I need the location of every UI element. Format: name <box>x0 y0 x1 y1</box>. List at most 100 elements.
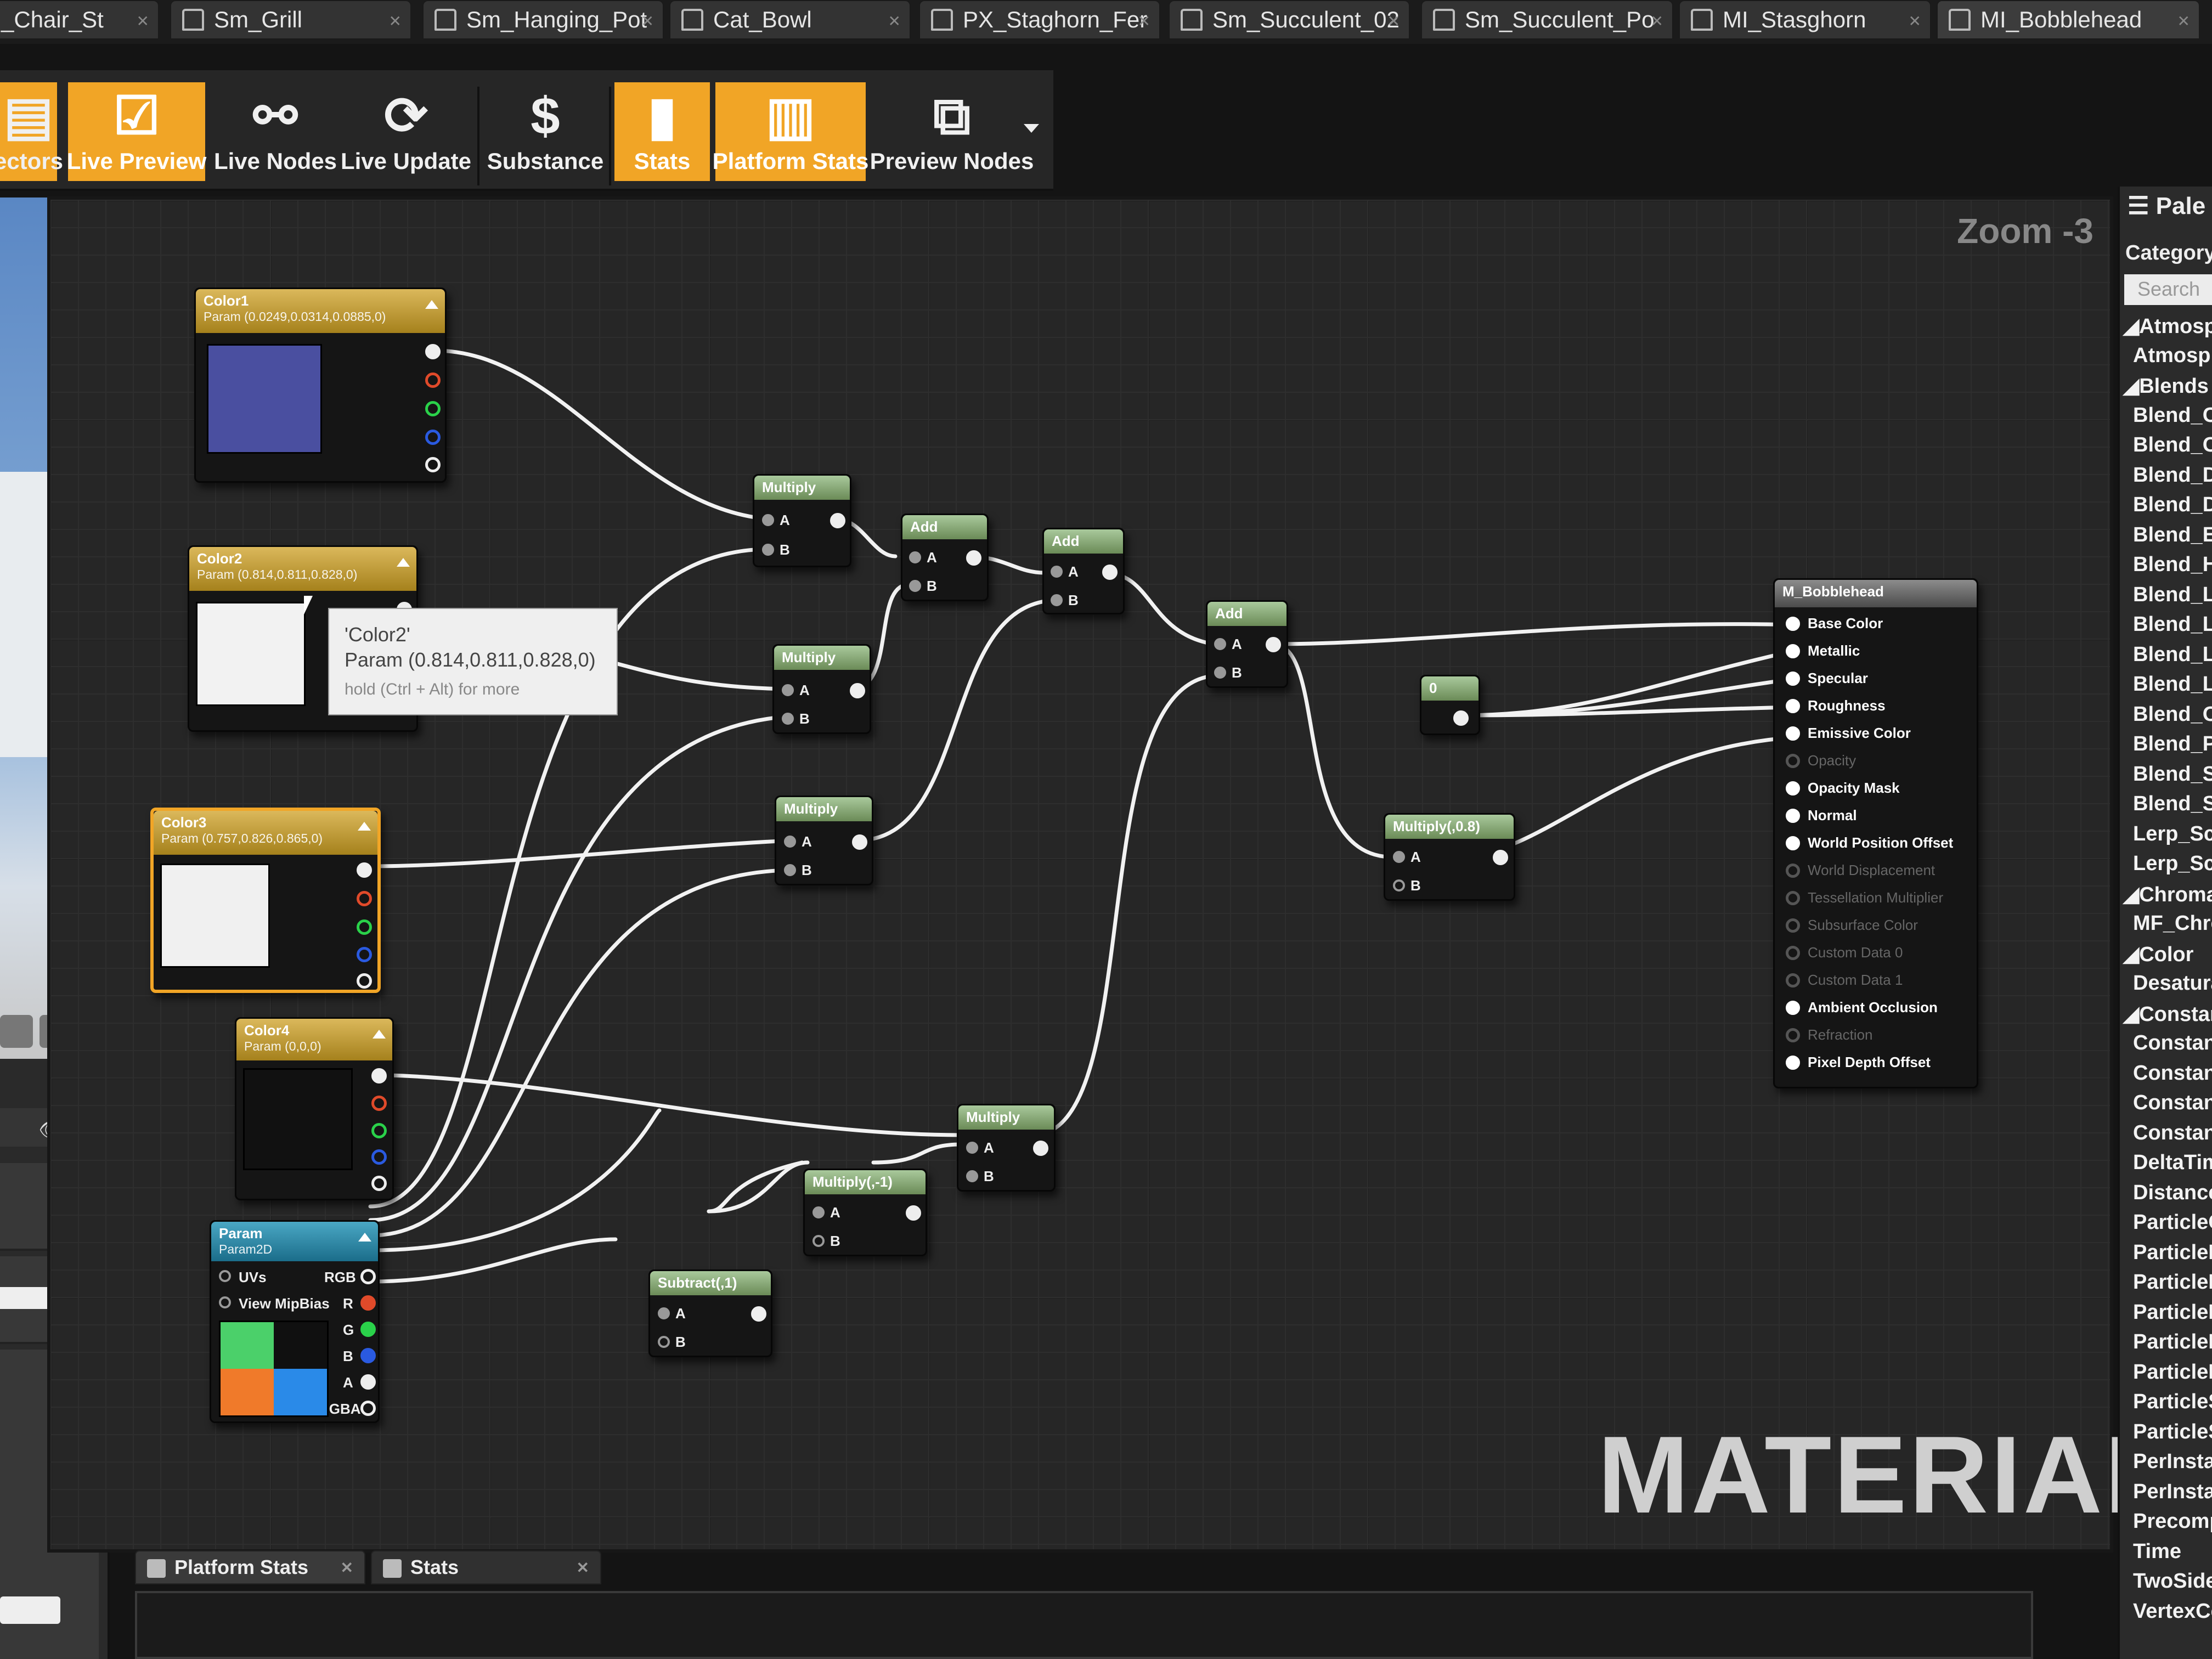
param2d-texture-node[interactable]: Param Param2D UVs View MipBias RGB R G B … <box>210 1220 380 1423</box>
output-pin[interactable] <box>906 1205 921 1221</box>
output-pin-g[interactable] <box>371 1123 387 1138</box>
palette-item[interactable]: MF_Chroma <box>2133 912 2212 935</box>
live-update-button[interactable]: ⟳ Live Update <box>341 82 471 181</box>
output-pin[interactable] <box>1453 710 1469 726</box>
palette-item[interactable]: ◢Blends <box>2123 374 2209 398</box>
details-input[interactable] <box>0 1596 60 1624</box>
palette-item[interactable]: ParticleRando <box>2133 1330 2212 1354</box>
constant-node[interactable]: 0 <box>1420 675 1480 735</box>
palette-item[interactable]: Lerp_Scra <box>2133 822 2212 846</box>
output-pin-b[interactable] <box>360 1348 376 1363</box>
result-input-pin[interactable]: Opacity <box>1786 752 1856 769</box>
details-input[interactable] <box>0 1287 49 1309</box>
palette-item[interactable]: Blend_Lin <box>2133 673 2212 696</box>
substance-button[interactable]: $ Substance <box>485 82 606 181</box>
palette-item[interactable]: Blend_Lin <box>2133 643 2212 667</box>
input-pin-b[interactable] <box>812 1235 825 1247</box>
palette-item[interactable]: Blend_C <box>2133 433 2212 457</box>
palette-item[interactable]: PerInstanceRa <box>2133 1480 2212 1504</box>
result-input-pin[interactable]: Custom Data 1 <box>1786 972 1903 989</box>
palette-item[interactable]: Desaturatio <box>2133 972 2212 995</box>
material-graph-canvas[interactable]: Zoom -3 MATERIAL Color1 Param (0.0249,0.0… <box>47 196 2171 1553</box>
result-input-pin[interactable]: Pixel Depth Offset <box>1786 1054 1931 1071</box>
input-pin-a[interactable] <box>762 514 774 526</box>
input-pin-uvs[interactable] <box>219 1270 231 1282</box>
input-pin-b[interactable] <box>966 1170 978 1182</box>
palette-item[interactable]: Lerp_Scra <box>2133 852 2212 876</box>
live-nodes-button[interactable]: ⚯ Live Nodes <box>214 82 337 181</box>
collapse-arrow-icon[interactable] <box>358 822 371 831</box>
palette-item[interactable]: ParticleSize <box>2133 1390 2212 1414</box>
result-input-pin[interactable]: Metallic <box>1786 642 1860 659</box>
output-pin-rgba[interactable] <box>360 1401 376 1416</box>
close-icon[interactable]: ✕ <box>1138 12 1150 30</box>
subtract-1-node[interactable]: Subtract(,1) A B <box>648 1269 772 1357</box>
output-pin[interactable] <box>751 1306 766 1322</box>
tab-sm-grill[interactable]: Sm_Grill ✕ <box>170 0 411 40</box>
output-pin-b[interactable] <box>371 1149 387 1165</box>
close-icon[interactable]: ✕ <box>1651 12 1663 30</box>
collapse-arrow-icon[interactable] <box>373 1030 386 1039</box>
collapse-arrow-icon[interactable] <box>358 1233 371 1242</box>
input-pin-a[interactable] <box>784 836 796 848</box>
input-pin-a[interactable] <box>1214 638 1226 650</box>
tab-px-staghorn[interactable]: PX_Staghorn_Fer ✕ <box>919 0 1160 40</box>
result-input-pin[interactable]: Emissive Color <box>1786 725 1911 742</box>
collapse-arrow-icon[interactable] <box>397 558 410 567</box>
palette-item[interactable]: Blend_D <box>2133 464 2212 487</box>
palette-item[interactable]: Blend_Sof <box>2133 792 2212 816</box>
palette-item[interactable]: Constant <box>2133 1031 2212 1055</box>
input-pin-b[interactable] <box>1214 667 1226 679</box>
input-pin-a[interactable] <box>966 1142 978 1154</box>
output-pin[interactable] <box>1102 565 1118 580</box>
palette-item[interactable]: ParticleSpeed <box>2133 1420 2212 1444</box>
close-icon[interactable]: ✕ <box>577 1559 589 1577</box>
color4-node[interactable]: Color4 Param (0,0,0) <box>235 1017 394 1200</box>
close-icon[interactable]: ✕ <box>137 12 149 30</box>
palette-item[interactable]: Constant2Ve <box>2133 1062 2212 1085</box>
tab-sm-succulent-po[interactable]: Sm_Succulent_Po ✕ <box>1421 0 1673 40</box>
tab-stats[interactable]: Stats ✕ <box>371 1550 601 1584</box>
output-pin-r[interactable] <box>360 1295 376 1311</box>
result-input-pin[interactable]: Custom Data 0 <box>1786 944 1903 961</box>
output-pin-b[interactable] <box>357 947 372 962</box>
palette-item[interactable]: VertexColor <box>2133 1600 2212 1623</box>
output-pin-a[interactable] <box>357 973 372 989</box>
live-preview-button[interactable]: ☑ Live Preview <box>67 82 206 181</box>
toolbar-overflow-dropdown-icon[interactable] <box>1024 124 1039 133</box>
output-pin-r[interactable] <box>425 373 441 388</box>
output-pin[interactable] <box>852 834 867 850</box>
close-icon[interactable]: ✕ <box>389 12 402 30</box>
result-input-pin[interactable]: Subsurface Color <box>1786 917 1918 934</box>
output-pin[interactable] <box>850 683 865 698</box>
viewport-button[interactable] <box>0 1015 33 1048</box>
palette-item[interactable]: Blend_Ex <box>2133 523 2212 547</box>
close-icon[interactable]: ✕ <box>641 12 654 30</box>
result-input-pin[interactable]: Roughness <box>1786 697 1886 714</box>
input-pin-a[interactable] <box>1393 851 1405 863</box>
palette-item[interactable]: PrecomputedA <box>2133 1510 2212 1533</box>
output-pin[interactable] <box>830 513 845 528</box>
output-pin-b[interactable] <box>425 430 441 445</box>
output-pin-r[interactable] <box>371 1096 387 1111</box>
input-pin-a[interactable] <box>782 684 794 696</box>
output-pin-rgb[interactable] <box>357 862 372 878</box>
color1-node[interactable]: Color1 Param (0.0249,0.0314,0.0885,0) <box>194 287 447 483</box>
palette-item[interactable]: ◢Atmospl <box>2123 314 2212 338</box>
palette-item[interactable]: Blend_Pin <box>2133 732 2212 756</box>
multiply-node-4[interactable]: Multiply A B <box>957 1104 1056 1192</box>
input-pin-b[interactable] <box>1393 879 1405 891</box>
palette-item[interactable]: ParticleColor <box>2133 1211 2212 1234</box>
palette-search-input[interactable]: Search <box>2124 274 2212 305</box>
input-pin-a[interactable] <box>812 1206 825 1218</box>
add-node-3[interactable]: Add A B <box>1206 600 1288 688</box>
palette-item[interactable]: ParticleMotio <box>2133 1271 2212 1294</box>
close-icon[interactable]: ✕ <box>1387 12 1400 30</box>
input-pin-b[interactable] <box>909 580 921 592</box>
palette-item[interactable]: Blend_Li <box>2133 583 2212 607</box>
tab-mi-bobblehead[interactable]: MI_Bobblehead ✕ <box>1937 0 2200 40</box>
close-icon[interactable]: ✕ <box>341 1559 353 1577</box>
close-icon[interactable]: ✕ <box>2177 12 2190 30</box>
palette-item[interactable]: Blend_D <box>2133 493 2212 517</box>
palette-item[interactable]: ◢Chromakeyi <box>2123 882 2212 907</box>
